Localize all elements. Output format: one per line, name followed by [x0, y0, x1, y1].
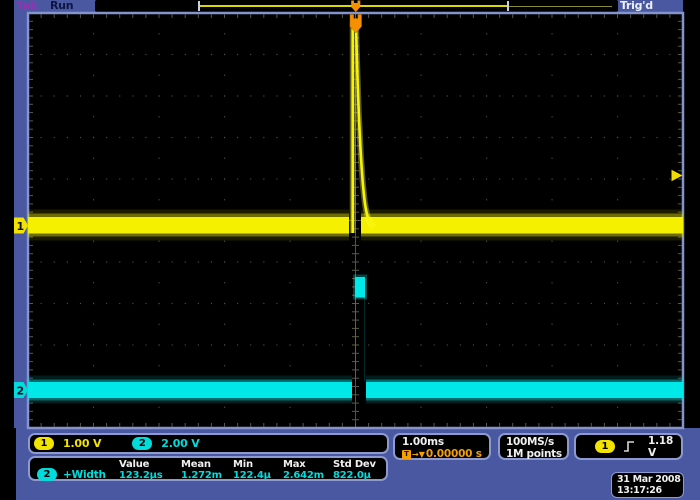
trigger-readout-box[interactable]: 1 1.18 V	[574, 433, 683, 460]
meas-header-stddev: Std Dev	[333, 459, 376, 470]
ch1-trace	[28, 25, 683, 241]
ch2-badge[interactable]: 2	[132, 437, 152, 450]
meas-min: 122.4µ	[233, 470, 271, 481]
trigger-position-readout: 0.00000 s	[426, 448, 482, 460]
trigger-status: Trig'd	[620, 0, 653, 12]
trigger-t-icon: T	[402, 450, 411, 459]
trigger-level-arrow[interactable]	[672, 170, 683, 181]
record-window-line	[200, 5, 508, 7]
graticule-grid	[28, 13, 683, 428]
acquisition-status: Run	[50, 0, 73, 12]
ch1-spike-glow	[353, 25, 374, 233]
horizontal-readout-box[interactable]: 1.00ms T →▼ 0.00000 s	[393, 433, 491, 460]
meas-header-max: Max	[283, 459, 306, 470]
meas-header-mean: Mean	[181, 459, 211, 470]
meas-name: +Width	[63, 469, 106, 481]
meas-max: 2.642m	[283, 470, 324, 481]
trigger-arrow-icon: →▼	[412, 450, 425, 459]
channel-readout-bar[interactable]: 1 1.00 V 2 2.00 V	[28, 433, 389, 454]
meas-header-value: Value	[119, 459, 149, 470]
record-length: 1M points	[506, 448, 567, 460]
meas-value: 123.2µs	[119, 470, 163, 481]
graticule-display: 1 2	[0, 0, 700, 500]
graticule-border	[28, 13, 683, 428]
ch1-spike	[353, 25, 374, 233]
meas-stddev: 822.0µ	[333, 470, 371, 481]
trigger-source-badge: 1	[595, 440, 615, 453]
record-window-right-bracket	[507, 1, 509, 11]
date-readout: 31 Mar 2008	[617, 474, 683, 485]
ch2-trace	[28, 275, 683, 404]
meas-header-min: Min	[233, 459, 253, 470]
record-view-strip[interactable]	[95, 0, 618, 12]
trigger-position-marker[interactable]	[350, 15, 362, 34]
sample-rate: 100MS/s	[506, 436, 567, 448]
acquisition-readout-box[interactable]: 100MS/s 1M points	[498, 433, 569, 460]
ch2-pulse-glow	[353, 275, 367, 300]
rising-edge-icon	[623, 440, 635, 453]
top-status-bar: Tek Run Trig'd	[14, 0, 683, 13]
left-strip	[14, 13, 28, 428]
measurement-label: 2 +Width	[37, 468, 106, 481]
datetime-box: 31 Mar 2008 13:17:26	[611, 472, 684, 498]
meas-channel-badge: 2	[37, 468, 57, 481]
plot-background	[28, 13, 683, 428]
time-readout: 13:17:26	[617, 485, 683, 496]
ch1-scale[interactable]: 1.00 V	[63, 437, 101, 450]
trigger-level-readout: 1.18 V	[648, 435, 681, 459]
tek-logo: Tek	[16, 0, 37, 13]
ch1-badge[interactable]: 1	[34, 437, 54, 450]
record-window-left-bracket	[198, 1, 200, 11]
measurement-bar[interactable]: Value Mean Min Max Std Dev 2 +Width 123.…	[28, 456, 388, 481]
ch2-scale[interactable]: 2.00 V	[161, 437, 199, 450]
ch2-pulse	[355, 277, 365, 298]
meas-mean: 1.272m	[181, 470, 222, 481]
timebase-scale: 1.00ms	[402, 436, 489, 448]
